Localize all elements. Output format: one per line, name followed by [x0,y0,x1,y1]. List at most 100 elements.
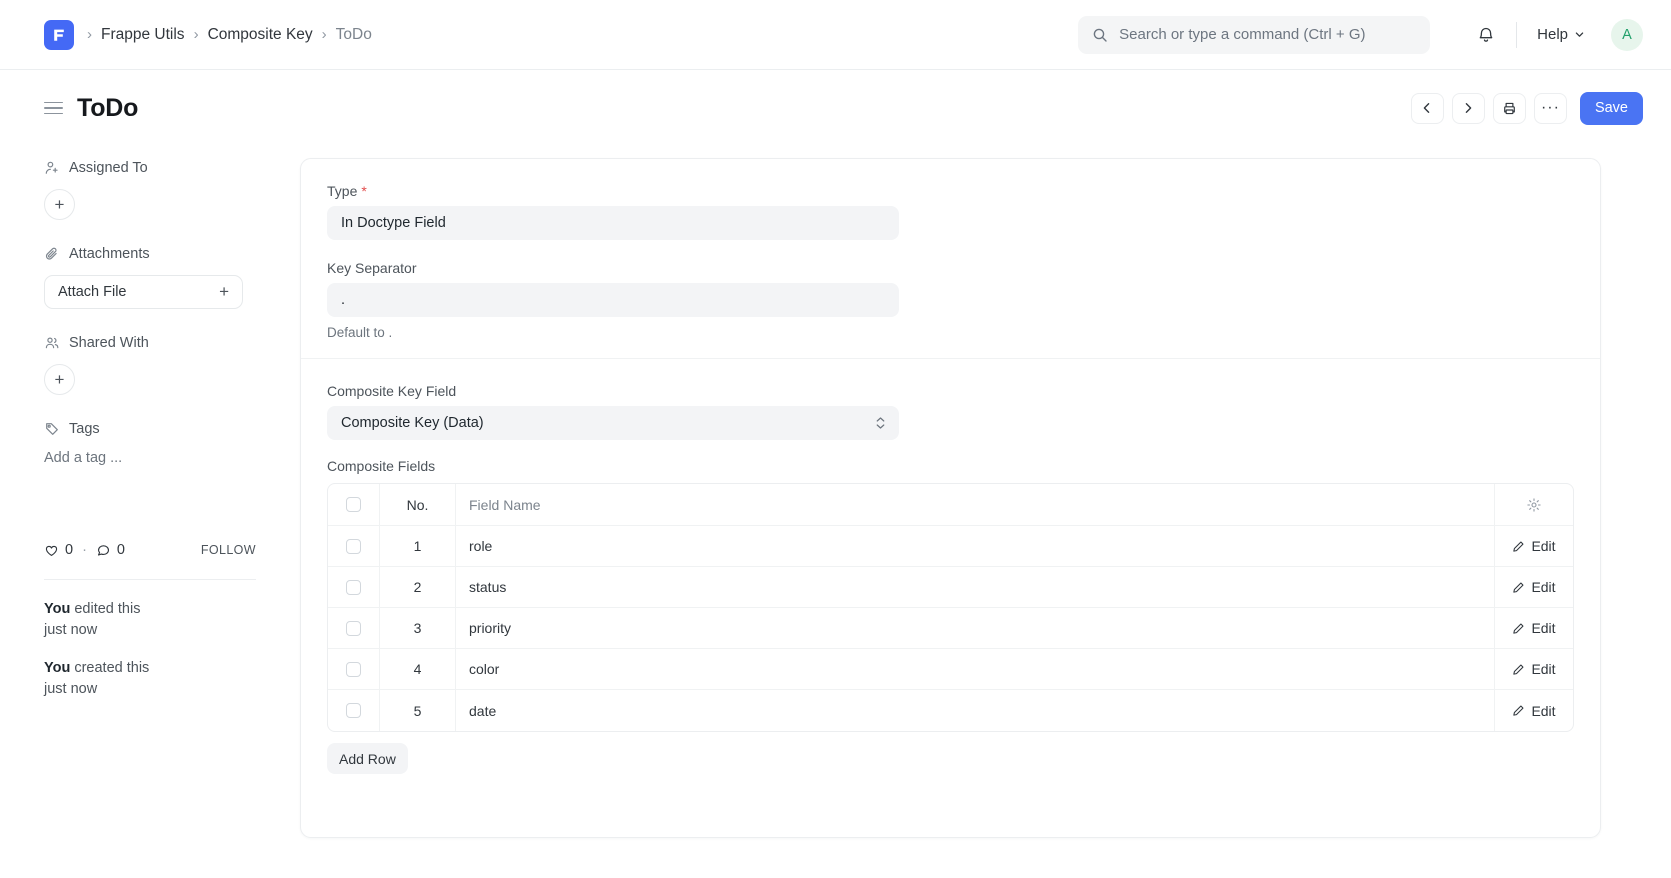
like-button[interactable]: 0 [44,542,73,558]
shared-with-header: Shared With [44,335,256,351]
attach-file-button[interactable]: Attach File + [44,275,243,309]
page-body: Assigned To + Attachments Attach File + [0,146,1671,878]
key-separator-value: . [341,292,345,308]
add-assignment-button[interactable]: + [44,189,75,220]
attachments-header: Attachments [44,246,256,262]
row-select-cell[interactable] [328,608,380,648]
select-all-cell[interactable] [328,484,380,525]
grid-header-row: No. Field Name [328,484,1573,526]
row-field-name[interactable]: date [456,690,1495,731]
next-document-button[interactable] [1452,93,1485,124]
hamburger-menu-icon[interactable] [44,102,63,115]
composite-fields-label: Composite Fields [327,458,1574,474]
comment-count: 0 [117,542,125,558]
breadcrumb: › Frappe Utils › Composite Key › ToDo [78,26,372,44]
table-row[interactable]: 3 priority Edit [328,608,1573,649]
comment-button[interactable]: 0 [96,542,125,558]
select-all-checkbox[interactable] [346,497,361,512]
notification-bell-icon[interactable] [1468,17,1504,53]
pencil-icon [1512,704,1525,717]
page-title: ToDo [77,94,138,123]
composite-key-field-value: Composite Key (Data) [341,415,484,431]
edit-label: Edit [1531,620,1555,636]
row-select-cell[interactable] [328,649,380,689]
row-edit-button[interactable]: Edit [1495,526,1573,566]
page-header: ToDo ··· Save [0,70,1671,146]
save-button[interactable]: Save [1580,92,1643,125]
breadcrumb-item-todo[interactable]: ToDo [336,26,372,44]
row-edit-button[interactable]: Edit [1495,567,1573,607]
composite-key-field-label: Composite Key Field [327,383,1574,399]
attach-file-label: Attach File [58,284,127,300]
type-label: Type * [327,183,1574,199]
edit-label: Edit [1531,538,1555,554]
avatar[interactable]: A [1611,19,1643,51]
edit-label: Edit [1531,703,1555,719]
table-row[interactable]: 2 status Edit [328,567,1573,608]
tag-icon [44,421,60,437]
table-row[interactable]: 4 color Edit [328,649,1573,690]
row-checkbox[interactable] [346,662,361,677]
row-number: 1 [380,526,456,566]
form-sidebar: Assigned To + Attachments Attach File + [0,146,300,878]
key-separator-label: Key Separator [327,260,1574,276]
breadcrumb-item-frappe-utils[interactable]: Frappe Utils [101,26,185,44]
breadcrumb-separator: › [87,27,92,42]
table-row[interactable]: 1 role Edit [328,526,1573,567]
breadcrumb-item-composite-key[interactable]: Composite Key [208,26,313,44]
field-key-separator: Key Separator . Default to . [327,260,1574,340]
prev-document-button[interactable] [1411,93,1444,124]
row-select-cell[interactable] [328,690,380,731]
user-plus-icon [44,160,60,176]
row-field-name[interactable]: priority [456,608,1495,648]
row-select-cell[interactable] [328,526,380,566]
form-card: Type * In Doctype Field Key Separator . … [300,158,1601,838]
help-label: Help [1537,26,1568,43]
shared-with-label: Shared With [69,335,149,351]
row-number: 2 [380,567,456,607]
row-field-name[interactable]: role [456,526,1495,566]
form-main: Type * In Doctype Field Key Separator . … [300,146,1671,878]
sidebar-section-attachments: Attachments Attach File + [44,246,256,309]
row-number: 5 [380,690,456,731]
composite-key-field-select[interactable]: Composite Key (Data) [327,406,899,440]
row-checkbox[interactable] [346,539,361,554]
activity-text: edited this [70,601,140,617]
row-field-name[interactable]: status [456,567,1495,607]
social-separator: · [82,542,87,558]
row-edit-button[interactable]: Edit [1495,608,1573,648]
assigned-to-header: Assigned To [44,160,256,176]
page-header-actions: ··· Save [1411,92,1643,125]
row-edit-button[interactable]: Edit [1495,690,1573,731]
follow-button[interactable]: FOLLOW [201,543,256,557]
row-field-name[interactable]: color [456,649,1495,689]
row-edit-button[interactable]: Edit [1495,649,1573,689]
grid-settings-button[interactable] [1495,484,1573,525]
row-select-cell[interactable] [328,567,380,607]
more-actions-button[interactable]: ··· [1534,93,1567,124]
edit-label: Edit [1531,661,1555,677]
row-checkbox[interactable] [346,621,361,636]
heart-icon [44,543,59,558]
activity-time: just now [44,622,97,638]
type-input[interactable]: In Doctype Field [327,206,899,240]
add-row-button[interactable]: Add Row [327,743,408,774]
add-share-button[interactable]: + [44,364,75,395]
form-section-general: Type * In Doctype Field Key Separator . … [301,159,1600,358]
activity-text: created this [70,660,149,676]
tags-header: Tags [44,421,256,437]
activity-actor: You [44,660,70,676]
navbar-divider [1516,22,1517,48]
key-separator-help: Default to . [327,325,1574,340]
table-row[interactable]: 5 date Edit [328,690,1573,731]
search-input[interactable]: Search or type a command (Ctrl + G) [1078,16,1430,54]
help-dropdown[interactable]: Help [1529,20,1593,49]
add-tag-input[interactable]: Add a tag ... [44,450,256,466]
print-button[interactable] [1493,93,1526,124]
row-checkbox[interactable] [346,703,361,718]
key-separator-input[interactable]: . [327,283,899,317]
frappe-logo-icon[interactable] [44,20,74,50]
row-checkbox[interactable] [346,580,361,595]
pencil-icon [1512,540,1525,553]
activity-actor: You [44,601,70,617]
